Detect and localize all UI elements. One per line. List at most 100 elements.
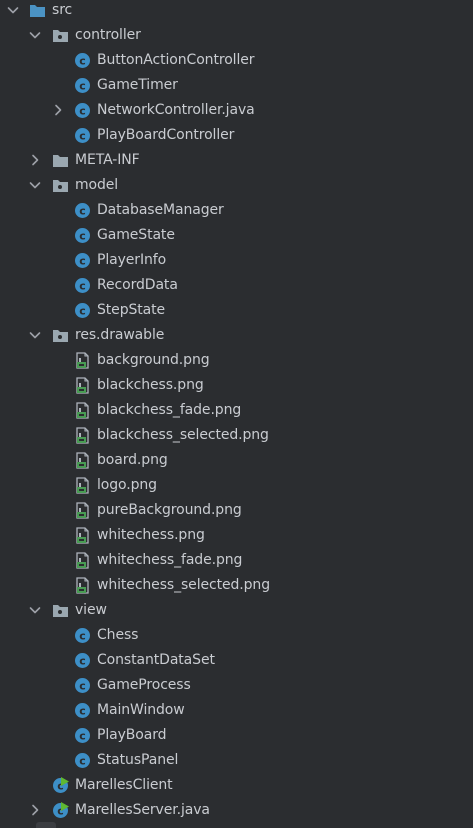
tree-item-label: blackchess_selected.png (97, 427, 269, 443)
tree-item-label: controller (75, 27, 141, 43)
tree-item-gamestate[interactable]: c GameState (0, 223, 473, 248)
tree-item-label: NetworkController.java (97, 102, 255, 118)
tree-item-res-drawable[interactable]: res.drawable (0, 323, 473, 348)
svg-text:c: c (79, 80, 86, 93)
image-file-icon (74, 502, 91, 519)
tree-item-databasemanager[interactable]: c DatabaseManager (0, 198, 473, 223)
svg-text:c: c (79, 705, 86, 718)
tree-item-blackchess-png[interactable]: blackchess.png (0, 373, 473, 398)
package-icon (52, 327, 69, 344)
class-icon: c (74, 302, 91, 319)
svg-text:c: c (79, 55, 86, 68)
tree-item-whitechess-selected-png[interactable]: whitechess_selected.png (0, 573, 473, 598)
tree-item-background-png[interactable]: background.png (0, 348, 473, 373)
tree-item-whitechess-png[interactable]: whitechess.png (0, 523, 473, 548)
svg-text:c: c (79, 305, 86, 318)
tree-item-label: StatusPanel (97, 752, 179, 768)
image-file-icon (74, 477, 91, 494)
tree-item-logo-png[interactable]: logo.png (0, 473, 473, 498)
svg-text:c: c (79, 205, 86, 218)
tree-item-label: logo.png (97, 477, 157, 493)
tree-item-label: src (52, 2, 73, 18)
tree-item-marellesclient[interactable]: c MarellesClient (0, 773, 473, 798)
class-icon: c (74, 752, 91, 769)
svg-text:c: c (79, 230, 86, 243)
image-file-icon (74, 427, 91, 444)
tree-item-label: MainWindow (97, 702, 185, 718)
image-file-icon (74, 352, 91, 369)
tree-item-label: board.png (97, 452, 168, 468)
tree-item-statuspanel[interactable]: c StatusPanel (0, 748, 473, 773)
svg-text:c: c (79, 255, 86, 268)
image-file-icon (74, 577, 91, 594)
chevron-down-icon[interactable] (27, 177, 43, 193)
tree-item-gameprocess[interactable]: c GameProcess (0, 673, 473, 698)
class-icon: c (74, 652, 91, 669)
chevron-right-icon[interactable] (50, 102, 66, 118)
package-icon (52, 602, 69, 619)
tree-item-label: PlayerInfo (97, 252, 167, 268)
tree-item-networkcontroller-java[interactable]: c NetworkController.java (0, 98, 473, 123)
tree-item-controller[interactable]: controller (0, 23, 473, 48)
chevron-down-icon[interactable] (27, 27, 43, 43)
chevron-down-icon[interactable] (27, 327, 43, 343)
tree-item-blackchess-selected-png[interactable]: blackchess_selected.png (0, 423, 473, 448)
svg-text:c: c (79, 130, 86, 143)
tree-item-label: blackchess_fade.png (97, 402, 242, 418)
tree-item-label: ConstantDataSet (97, 652, 215, 668)
tree-item-mainwindow[interactable]: c MainWindow (0, 698, 473, 723)
svg-text:c: c (79, 755, 86, 768)
tree-item-label: META-INF (75, 152, 140, 168)
tree-item-whitechess-fade-png[interactable]: whitechess_fade.png (0, 548, 473, 573)
class-icon: c (74, 127, 91, 144)
class-icon: c (74, 627, 91, 644)
tree-item-playboardcontroller[interactable]: c PlayBoardController (0, 123, 473, 148)
image-file-icon (74, 552, 91, 569)
tree-item-board-png[interactable]: board.png (0, 448, 473, 473)
tree-item-label: MarellesServer.java (75, 802, 210, 818)
tree-item-view[interactable]: view (0, 598, 473, 623)
tree-item-constantdataset[interactable]: c ConstantDataSet (0, 648, 473, 673)
chevron-right-icon[interactable] (27, 802, 43, 818)
tree-item-blackchess-fade-png[interactable]: blackchess_fade.png (0, 398, 473, 423)
tree-item-stepstate[interactable]: c StepState (0, 298, 473, 323)
tree-item-label: whitechess_fade.png (97, 552, 243, 568)
tree-item-playerinfo[interactable]: c PlayerInfo (0, 248, 473, 273)
tree-item-meta-inf[interactable]: META-INF (0, 148, 473, 173)
image-file-icon (74, 527, 91, 544)
tree-item-label: res.drawable (75, 327, 165, 343)
tree-item-label: PlayBoardController (97, 127, 235, 143)
main-class-icon: c (52, 802, 69, 819)
class-icon: c (74, 277, 91, 294)
tree-item-chess[interactable]: c Chess (0, 623, 473, 648)
tree-item-src[interactable]: src (0, 0, 473, 23)
tree-item-recorddata[interactable]: c RecordData (0, 273, 473, 298)
class-icon: c (74, 102, 91, 119)
chevron-down-icon[interactable] (27, 602, 43, 618)
tree-item-buttonactioncontroller[interactable]: c ButtonActionController (0, 48, 473, 73)
tree-item-model[interactable]: model (0, 173, 473, 198)
chevron-down-icon[interactable] (5, 2, 21, 18)
class-icon: c (74, 727, 91, 744)
tree-item-playboard[interactable]: c PlayBoard (0, 723, 473, 748)
class-icon: c (74, 677, 91, 694)
tree-item-label: blackchess.png (97, 377, 204, 393)
horizontal-scrollbar[interactable] (36, 822, 56, 828)
svg-text:c: c (79, 630, 86, 643)
tree-item-purebackground-png[interactable]: pureBackground.png (0, 498, 473, 523)
tree-item-label: view (75, 602, 107, 618)
tree-item-gametimer[interactable]: c GameTimer (0, 73, 473, 98)
tree-item-label: StepState (97, 302, 166, 318)
svg-text:c: c (79, 730, 86, 743)
class-icon: c (74, 202, 91, 219)
svg-text:c: c (79, 655, 86, 668)
chevron-right-icon[interactable] (27, 152, 43, 168)
folder-icon (52, 152, 69, 169)
tree-item-label: GameTimer (97, 77, 178, 93)
tree-item-marellesserver-java[interactable]: c MarellesServer.java (0, 798, 473, 823)
image-file-icon (74, 377, 91, 394)
package-icon (52, 27, 69, 44)
tree-item-label: MarellesClient (75, 777, 173, 793)
package-icon (52, 177, 69, 194)
class-icon: c (74, 252, 91, 269)
